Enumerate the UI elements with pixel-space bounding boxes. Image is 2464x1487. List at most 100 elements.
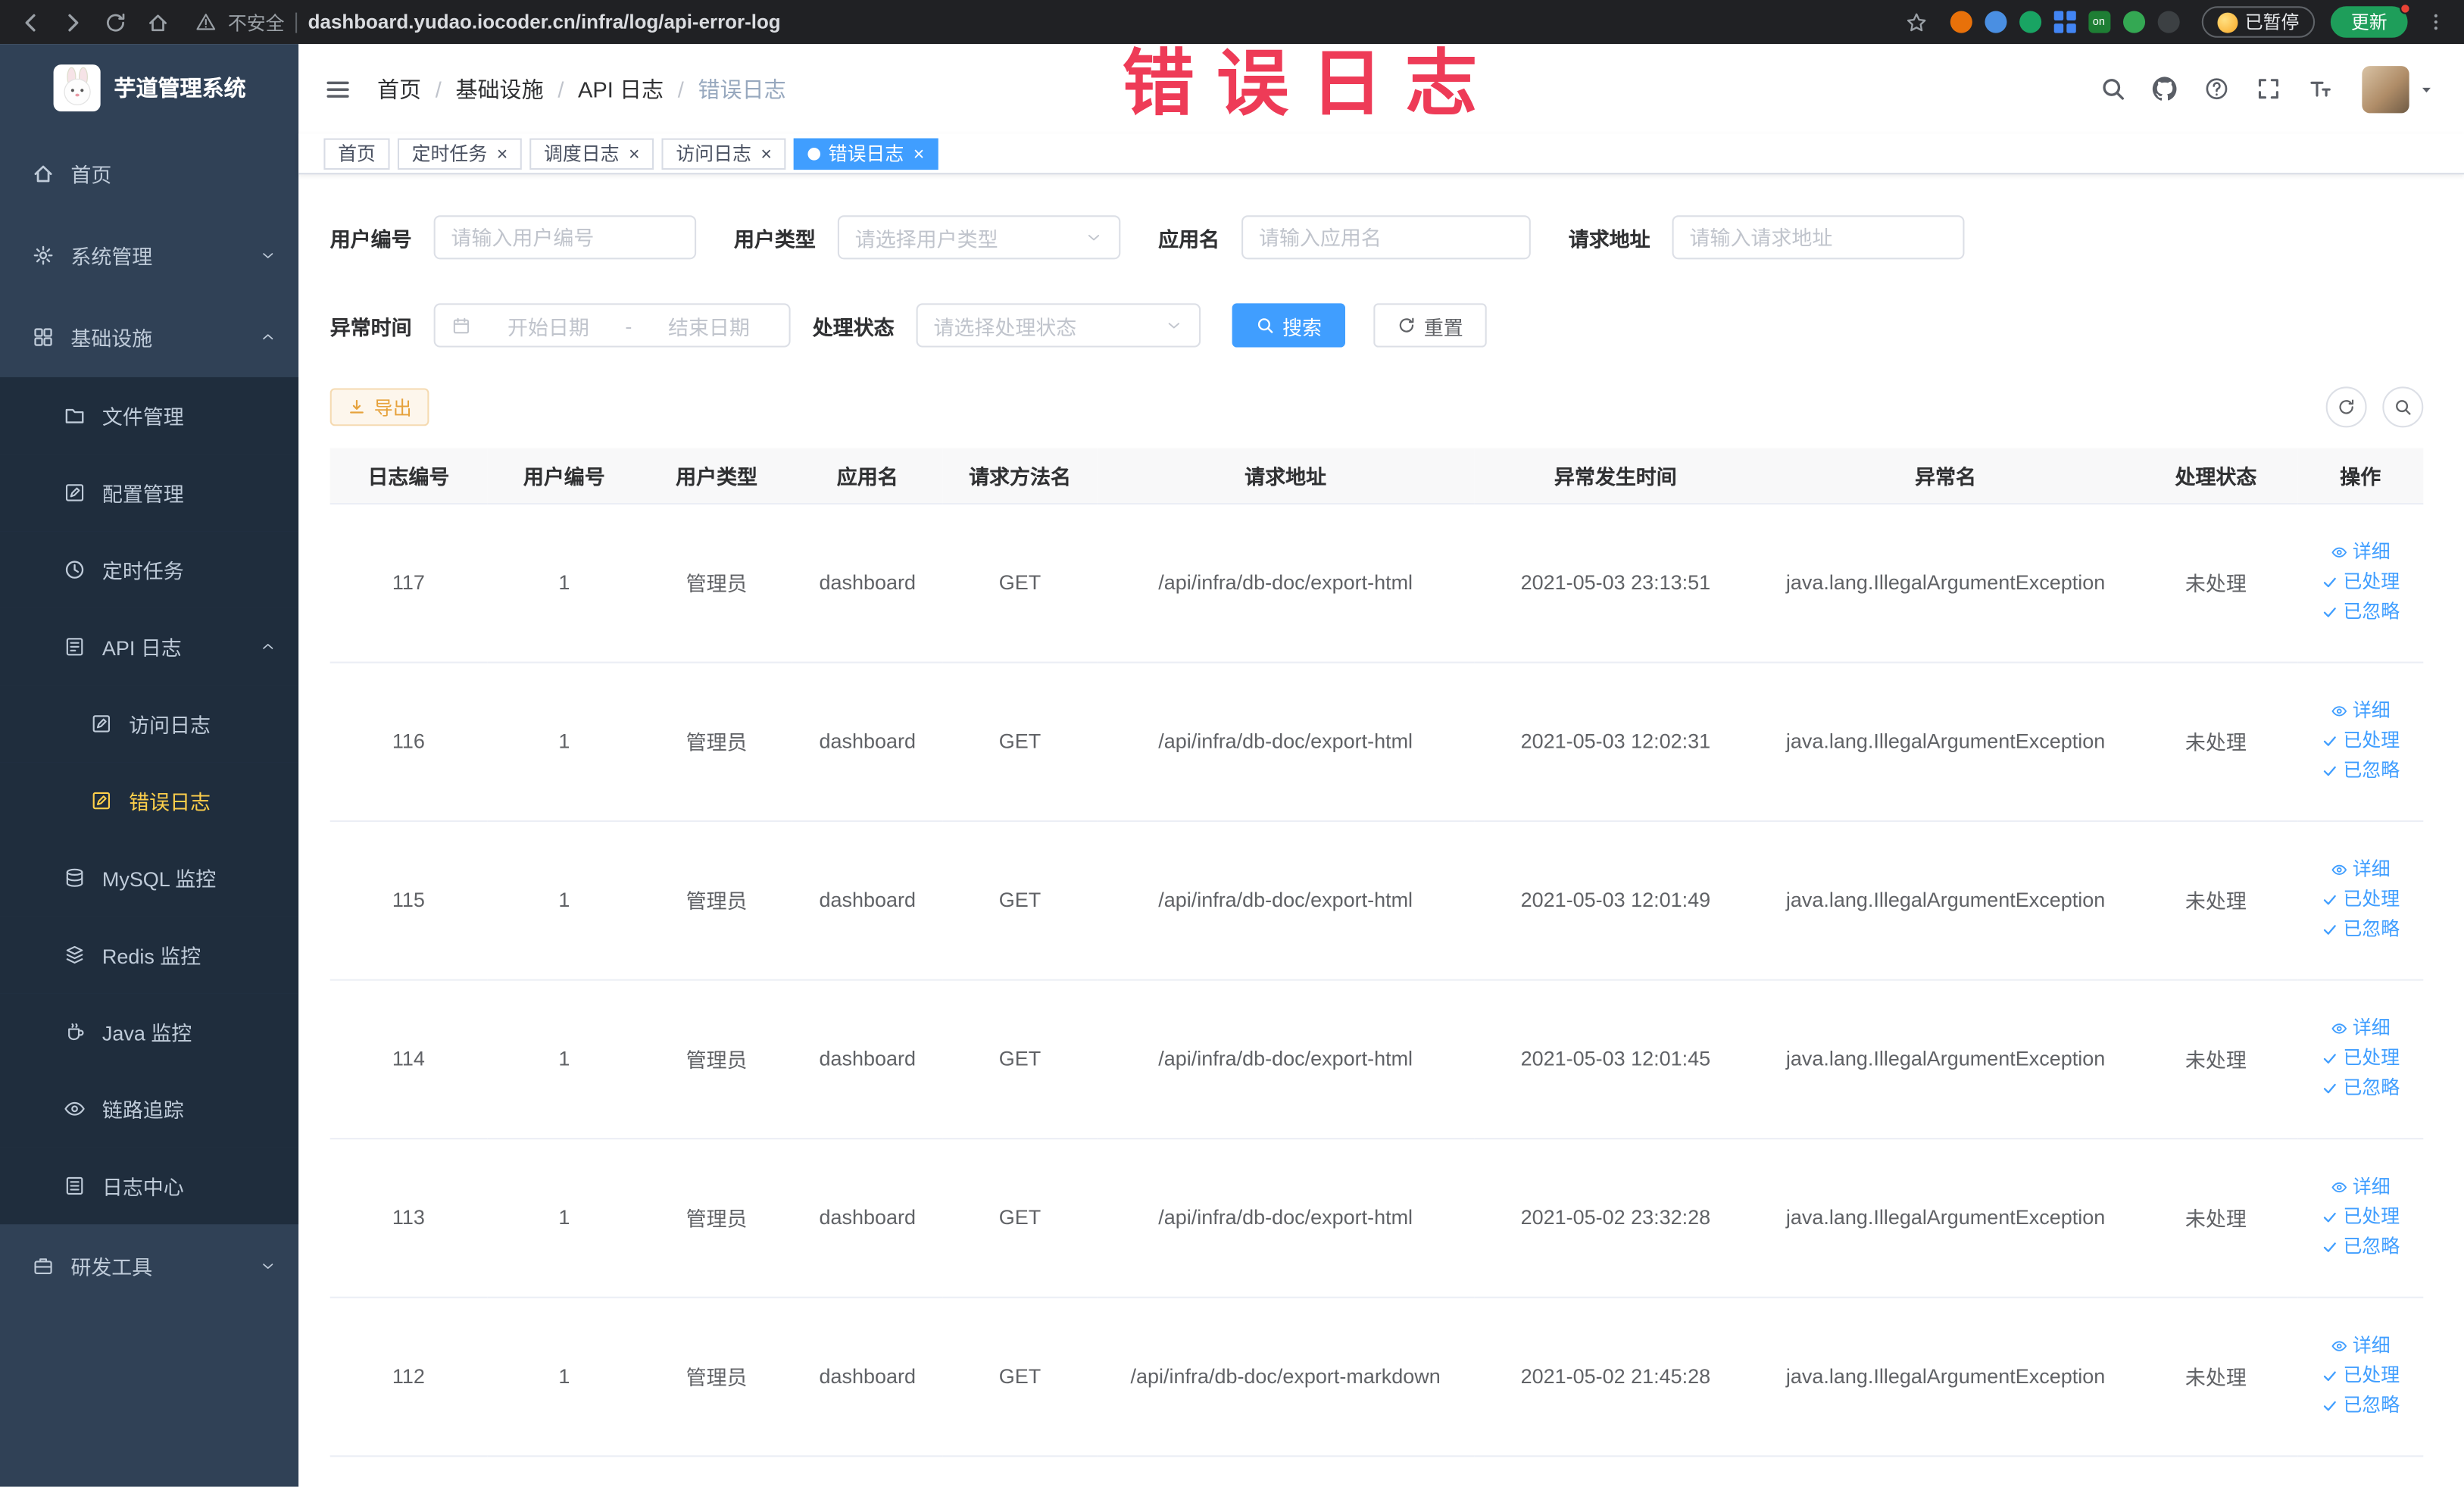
sidebar-item-infrastructure[interactable]: 基础设施	[0, 295, 298, 377]
table-cell: 未处理	[2134, 1138, 2298, 1298]
table-cell: 未处理	[2134, 979, 2298, 1139]
hamburger-icon[interactable]	[323, 75, 351, 103]
action-detail-link[interactable]: 详细	[2297, 1173, 2423, 1202]
sidebar-item-system-management[interactable]: 系统管理	[0, 214, 298, 295]
sidebar-item-access-log[interactable]: 访问日志	[0, 685, 299, 763]
fullscreen-icon[interactable]	[2255, 76, 2281, 102]
action-detail-link[interactable]: 详细	[2297, 1014, 2423, 1043]
tab-scheduled-tasks[interactable]: 定时任务 ×	[397, 137, 522, 170]
bookmark-star-icon[interactable]	[1899, 5, 1932, 39]
action-ignored-link[interactable]: 已忽略	[2297, 597, 2423, 626]
browser-menu-icon[interactable]	[2420, 6, 2451, 37]
github-icon[interactable]	[2151, 76, 2178, 102]
extension-icon-1[interactable]	[1949, 11, 1972, 33]
sidebar-item-home[interactable]: 首页	[0, 132, 298, 214]
close-icon[interactable]: ×	[497, 144, 508, 163]
request-url-input[interactable]	[1672, 215, 1965, 260]
font-size-icon[interactable]	[2307, 76, 2334, 102]
sidebar-item-config-management[interactable]: 配置管理	[0, 454, 299, 532]
close-icon[interactable]: ×	[629, 144, 640, 163]
sidebar-item-file-management[interactable]: 文件管理	[0, 376, 299, 455]
extension-icon-7[interactable]	[2156, 11, 2179, 33]
user-id-input[interactable]	[433, 215, 697, 260]
action-ignored-link[interactable]: 已忽略	[2297, 915, 2423, 945]
back-icon[interactable]	[14, 5, 48, 39]
action-processed-link[interactable]: 已处理	[2297, 885, 2423, 914]
action-processed-link[interactable]: 已处理	[2297, 1202, 2423, 1232]
sidebar-item-trace[interactable]: 链路追踪	[0, 1070, 299, 1148]
action-detail-link[interactable]: 详细	[2297, 538, 2423, 567]
table-cell: 1	[487, 820, 642, 980]
sidebar-item-mysql-monitor[interactable]: MySQL 监控	[0, 839, 299, 917]
tab-access-log[interactable]: 访问日志 ×	[661, 137, 786, 170]
extension-icon-4[interactable]	[2053, 11, 2075, 33]
action-ignored-link[interactable]: 已忽略	[2297, 756, 2423, 786]
extension-icon-3[interactable]	[2019, 11, 2041, 33]
eye-icon	[2331, 702, 2348, 720]
action-ignored-link[interactable]: 已忽略	[2297, 1391, 2423, 1420]
table-cell: 1	[487, 1138, 642, 1298]
sidebar-item-api-log[interactable]: API 日志	[0, 608, 299, 686]
extension-icon-2[interactable]	[1984, 11, 2006, 33]
filter-exception-time: 异常时间 开始日期 - 结束日期	[330, 303, 791, 348]
action-detail-link[interactable]: 详细	[2297, 1331, 2423, 1360]
search-button[interactable]: 搜索	[1232, 303, 1346, 348]
breadcrumb-item[interactable]: 首页	[377, 73, 421, 104]
action-processed-link[interactable]: 已处理	[2297, 1361, 2423, 1391]
update-label: 更新	[2350, 14, 2387, 33]
reset-button[interactable]: 重置	[1373, 303, 1487, 348]
reload-icon[interactable]	[99, 5, 133, 39]
sidebar-item-redis-monitor[interactable]: Redis 监控	[0, 916, 299, 994]
user-avatar[interactable]	[2362, 65, 2409, 113]
browser-home-icon[interactable]	[142, 5, 175, 39]
sidebar-item-log-center[interactable]: 日志中心	[0, 1147, 299, 1225]
extension-icon-6[interactable]	[2122, 11, 2145, 33]
profile-paused-badge[interactable]: 已暂停	[2200, 6, 2316, 38]
app-title: 芋道管理系统	[114, 75, 246, 101]
action-processed-link[interactable]: 已处理	[2297, 567, 2423, 597]
action-detail-link[interactable]: 详细	[2297, 696, 2423, 726]
close-icon[interactable]: ×	[760, 144, 772, 163]
address-bar[interactable]: 不安全 dashboard.yudao.iocoder.cn/infra/log…	[195, 8, 781, 35]
tab-error-log[interactable]: 错误日志 ×	[793, 137, 938, 170]
refresh-table-button[interactable]	[2325, 386, 2367, 428]
app-logo[interactable]: 芋道管理系统	[0, 44, 298, 132]
filter-app-name: 应用名	[1158, 215, 1531, 260]
action-processed-link[interactable]: 已处理	[2297, 1044, 2423, 1073]
sidebar-item-scheduled-tasks[interactable]: 定时任务	[0, 531, 299, 608]
home-icon	[31, 161, 55, 185]
toggle-search-button[interactable]	[2382, 386, 2424, 428]
breadcrumb-item[interactable]: 基础设施	[455, 73, 543, 104]
table-cell: 管理员	[641, 661, 792, 822]
column-header: 日志编号	[329, 448, 488, 504]
check-icon	[2321, 573, 2338, 591]
action-processed-link[interactable]: 已处理	[2297, 726, 2423, 756]
actions-cell: 详细 已处理 已忽略	[2297, 979, 2424, 1139]
process-status-select[interactable]: 请选择处理状态	[916, 303, 1201, 348]
address-separator	[295, 11, 298, 33]
url-text[interactable]: dashboard.yudao.iocoder.cn/infra/log/api…	[308, 11, 781, 33]
tab-dispatch-log[interactable]: 调度日志 ×	[529, 137, 654, 170]
caret-down-icon[interactable]	[2417, 80, 2436, 98]
exception-time-range-picker[interactable]: 开始日期 - 结束日期	[433, 303, 791, 348]
extension-icon-5[interactable]: on	[2088, 11, 2110, 33]
action-detail-link[interactable]: 详细	[2297, 855, 2423, 885]
sidebar-item-dev-tools[interactable]: 研发工具	[0, 1224, 298, 1306]
security-label[interactable]: 不安全	[228, 8, 285, 35]
action-ignored-link[interactable]: 已忽略	[2297, 1232, 2423, 1262]
update-button[interactable]: 更新	[2330, 3, 2411, 38]
app-name-input[interactable]	[1241, 215, 1531, 260]
forward-icon[interactable]	[57, 5, 90, 39]
sidebar-item-error-log[interactable]: 错误日志	[0, 762, 299, 839]
table-cell: /api/infra/db-doc/export-html	[1097, 979, 1475, 1139]
help-icon[interactable]	[2203, 76, 2230, 102]
export-button[interactable]: 导出	[329, 388, 429, 426]
search-icon[interactable]	[2100, 76, 2126, 102]
user-type-select[interactable]: 请选择用户类型	[837, 215, 1121, 260]
close-icon[interactable]: ×	[913, 144, 925, 163]
sidebar-item-java-monitor[interactable]: Java 监控	[0, 993, 299, 1070]
tab-home[interactable]: 首页	[323, 137, 390, 170]
clock-icon	[63, 558, 86, 582]
breadcrumb-item[interactable]: API 日志	[578, 73, 664, 104]
action-ignored-link[interactable]: 已忽略	[2297, 1073, 2423, 1103]
